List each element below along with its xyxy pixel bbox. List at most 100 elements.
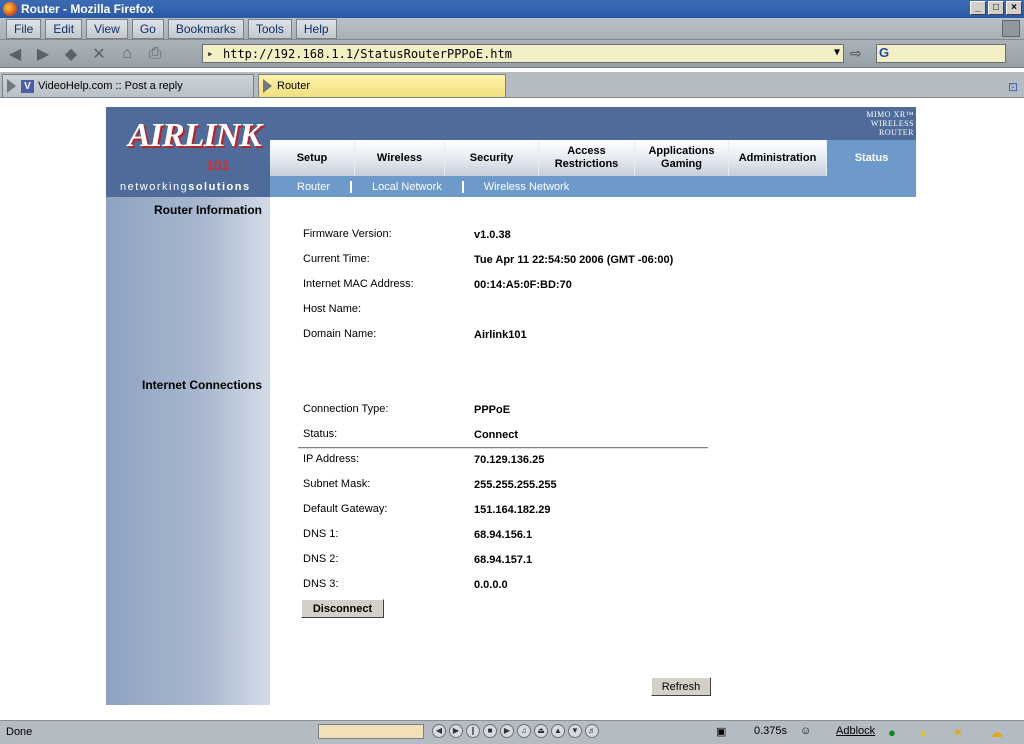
info-label: Current Time: [303, 253, 370, 265]
disk-icon: ▣ [716, 726, 727, 738]
conn-value: 0.0.0.0 [474, 579, 508, 591]
menu-bookmarks[interactable]: Bookmarks [167, 18, 244, 39]
subnav-local-network[interactable]: Local Network [372, 181, 442, 193]
subnav-router[interactable]: Router [297, 181, 330, 193]
monkey-icon[interactable]: ☺ [800, 725, 811, 737]
forward-icon[interactable]: ▶ [30, 43, 56, 65]
info-row-domain-name: Domain Name: Airlink101 [303, 328, 733, 344]
menu-edit[interactable]: Edit [45, 18, 83, 39]
reload-icon[interactable]: ◆ [58, 43, 84, 65]
conn-row-gateway: Default Gateway: 151.164.182.29 [303, 503, 733, 519]
music-icon[interactable]: ♫ [517, 724, 531, 738]
go-icon[interactable]: ⇨ [850, 45, 862, 62]
nav-tab-status[interactable]: Status [827, 140, 916, 176]
conn-value: Connect [474, 429, 518, 441]
conn-row-dns1: DNS 1: 68.94.156.1 [303, 528, 733, 544]
back-icon[interactable]: ◀ [2, 43, 28, 65]
close-tab-icon[interactable]: ⊡ [1008, 80, 1018, 94]
info-label: Domain Name: [303, 328, 377, 340]
menu-help[interactable]: Help [295, 18, 337, 39]
eject-icon[interactable]: ⏏ [534, 724, 548, 738]
conn-value: 70.129.136.25 [474, 454, 545, 466]
mimo-line2: WIRELESS ROUTER [870, 119, 914, 137]
subnav-separator [461, 180, 464, 193]
mimo-line1: MIMO XR™ [866, 110, 914, 119]
refresh-button[interactable]: Refresh [651, 677, 711, 696]
url-dropdown-icon[interactable]: ▼ [834, 47, 840, 58]
home-icon[interactable]: ⌂ [114, 43, 140, 65]
videohelp-favicon: V [21, 79, 34, 93]
next-icon[interactable]: ▶ [500, 724, 514, 738]
nav-tab-applications-gaming[interactable]: Applications Gaming [635, 140, 729, 176]
info-row-host-name: Host Name: [303, 303, 733, 319]
page-icon: ▸ [207, 46, 214, 60]
firefox-icon [3, 2, 17, 16]
subnav-wireless-network[interactable]: Wireless Network [484, 181, 570, 193]
nav-tab-access-restrictions[interactable]: Access Restrictions [539, 140, 635, 176]
search-engine-icon[interactable]: G [877, 45, 889, 60]
search-field[interactable]: G [876, 44, 1006, 63]
tab-arrow-icon [263, 79, 272, 93]
tab-label: VideoHelp.com :: Post a reply [38, 80, 183, 92]
nav-tab-administration[interactable]: Administration [729, 140, 827, 176]
pause-icon[interactable]: ❙ [466, 724, 480, 738]
info-row-mac: Internet MAC Address: 00:14:A5:0F:BD:70 [303, 278, 733, 294]
menu-view[interactable]: View [86, 18, 128, 39]
conn-row-dns3: DNS 3: 0.0.0.0 [303, 578, 733, 594]
minimize-button[interactable]: _ [970, 1, 986, 15]
url-text: http://192.168.1.1/StatusRouterPPPoE.htm [223, 46, 512, 61]
down-icon[interactable]: ▼ [568, 724, 582, 738]
window-title: Router - Mozilla Firefox [21, 2, 154, 16]
play-icon[interactable]: ▶ [449, 724, 463, 738]
conn-value: PPPoE [474, 404, 511, 416]
info-row-firmware: Firmware Version: v1.0.38 [303, 228, 733, 244]
conn-row-ip: IP Address: 70.129.136.25 [303, 453, 733, 469]
nav-tab-setup[interactable]: Setup [270, 140, 355, 176]
disconnect-button[interactable]: Disconnect [301, 599, 384, 618]
internet-connections-heading: Internet Connections [141, 378, 262, 392]
sub-nav: Router Local Network Wireless Network [270, 176, 916, 197]
conn-row-dns2: DNS 2: 68.94.157.1 [303, 553, 733, 569]
menu-bar: File Edit View Go Bookmarks Tools Help [0, 18, 1024, 40]
menu-go[interactable]: Go [131, 18, 164, 39]
tab-videohelp[interactable]: V VideoHelp.com :: Post a reply [2, 74, 254, 98]
stop-media-icon[interactable]: ■ [483, 724, 497, 738]
window-titlebar: Router - Mozilla Firefox _ □ × [0, 0, 1024, 18]
status-text: Done [6, 726, 33, 738]
prev-icon[interactable]: ◀ [432, 724, 446, 738]
conn-label: DNS 3: [303, 578, 339, 590]
media-controls: ◀ ▶ ❙ ■ ▶ ♫ ⏏ ▲ ▼ ♬ [432, 724, 599, 738]
volume-icon[interactable]: ♬ [585, 724, 599, 738]
conn-value: 68.94.157.1 [474, 554, 533, 566]
content-area: Firmware Version: v1.0.38 Current Time: … [270, 197, 916, 705]
stop-icon[interactable]: ✕ [86, 43, 112, 65]
conn-row-status: Status: Connect [303, 428, 733, 444]
info-value: 00:14:A5:0F:BD:70 [474, 279, 572, 291]
tab-router[interactable]: Router [258, 74, 506, 98]
conn-row-subnet: Subnet Mask: 255.255.255.255 [303, 478, 733, 494]
close-button[interactable]: × [1006, 1, 1022, 15]
load-timer: 0.375s [754, 725, 788, 737]
maximize-button[interactable]: □ [988, 1, 1004, 15]
window-controls: _ □ × [970, 1, 1022, 15]
adblock-label[interactable]: Adblock [836, 725, 875, 737]
info-value: v1.0.38 [474, 229, 511, 241]
mimo-badge: MIMO XR™ WIRELESS ROUTER [838, 107, 914, 143]
main-nav: Setup Wireless Security Access Restricti… [270, 140, 916, 176]
tab-bar: V VideoHelp.com :: Post a reply Router ⊡ [0, 72, 1024, 98]
url-field[interactable]: ▸ http://192.168.1.1/StatusRouterPPPoE.h… [202, 44, 844, 63]
navigation-toolbar: ◀ ▶ ◆ ✕ ⌂ ⎙ ▸ http://192.168.1.1/StatusR… [0, 40, 1024, 68]
up-icon[interactable]: ▲ [551, 724, 565, 738]
tab-arrow-icon [7, 79, 16, 93]
status-bar: Done ◀ ▶ ❙ ■ ▶ ♫ ⏏ ▲ ▼ ♬ ▣ 0.375s ☺ Adbl… [0, 720, 1024, 744]
print-icon[interactable]: ⎙ [142, 43, 168, 65]
menu-file[interactable]: File [6, 18, 42, 39]
menu-tools[interactable]: Tools [247, 18, 292, 39]
sidebar: Router Information Internet Connections [106, 197, 270, 705]
router-information-heading: Router Information [154, 203, 262, 217]
info-row-current-time: Current Time: Tue Apr 11 22:54:50 2006 (… [303, 253, 733, 269]
tab-label: Router [277, 80, 311, 92]
nav-tab-security[interactable]: Security [445, 140, 539, 176]
nav-tab-wireless[interactable]: Wireless [355, 140, 445, 176]
conn-label: IP Address: [303, 453, 360, 465]
